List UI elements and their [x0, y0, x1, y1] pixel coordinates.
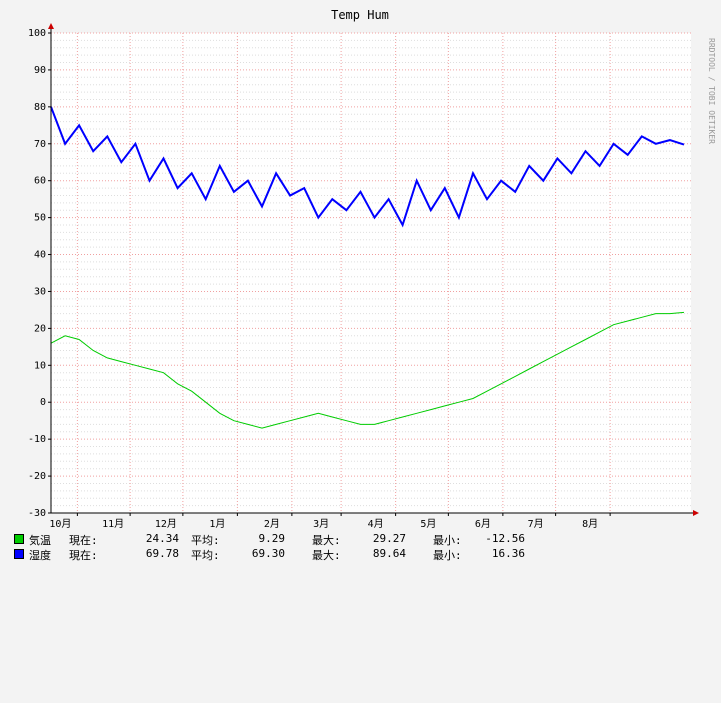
- x-tick-label: 11月: [102, 518, 124, 530]
- legend-row-hum: 湿度 現在: 69.78 平均: 69.30 最大: 89.64 最小: 16.…: [14, 547, 525, 562]
- y-tick-label: 100: [28, 28, 46, 39]
- legend-name-temp: 気温: [29, 534, 51, 547]
- x-tick-label: 6月: [475, 518, 491, 530]
- y-tick-label: 90: [34, 65, 46, 76]
- legend-cur-label-temp: 現在:: [69, 534, 98, 547]
- y-tick-label: -30: [28, 508, 46, 519]
- x-tick-label: 1月: [209, 518, 225, 530]
- legend-row-temp: 気温 現在: 24.34 平均: 9.29 最大: 29.27 最小: -12.…: [14, 532, 525, 547]
- legend-cur-hum: 69.78: [145, 547, 179, 560]
- legend-avg-hum: 69.30: [251, 547, 285, 560]
- x-tick-label: 10月: [49, 518, 71, 530]
- legend-avg-label-temp: 平均:: [191, 534, 220, 547]
- y-tick-label: -20: [28, 471, 46, 482]
- y-tick-label: 60: [34, 176, 46, 187]
- y-tick-label: 0: [40, 397, 46, 408]
- x-tick-label: 7月: [528, 518, 544, 530]
- legend-min-label-hum: 最小:: [433, 549, 462, 562]
- legend: 気温 現在: 24.34 平均: 9.29 最大: 29.27 最小: -12.…: [14, 532, 525, 562]
- y-tick-label: 50: [34, 213, 46, 224]
- chart-svg: 1009080706050403020100-10-20-3010月 11月 12月…: [0, 0, 721, 567]
- x-tick-label: 8月: [582, 518, 598, 530]
- legend-max-hum: 89.64: [372, 547, 406, 560]
- legend-min-hum: 16.36: [491, 547, 525, 560]
- chart-title: Temp Hum: [331, 8, 389, 22]
- legend-avg-temp: 9.29: [258, 532, 286, 545]
- y-tick-label: 70: [34, 139, 46, 150]
- legend-max-label-hum: 最大:: [312, 549, 341, 562]
- legend-cur-temp: 24.34: [145, 532, 179, 545]
- x-tick-label: 12月: [155, 518, 177, 530]
- legend-avg-label-hum: 平均:: [191, 549, 220, 562]
- x-tick-label: 2月: [264, 518, 280, 530]
- y-tick-label: 80: [34, 102, 46, 113]
- y-tick-label: -10: [28, 434, 46, 445]
- legend-name-hum: 湿度: [29, 549, 51, 562]
- legend-cur-label-hum: 現在:: [69, 549, 98, 562]
- legend-min-label-temp: 最小:: [433, 534, 462, 547]
- legend-max-label-temp: 最大:: [312, 534, 341, 547]
- y-tick-label: 40: [34, 250, 46, 261]
- legend-swatch-hum: [14, 549, 24, 559]
- x-tick-label: 5月: [420, 518, 436, 530]
- x-tick-label: 4月: [368, 518, 384, 530]
- chart-canvas: 100 90 80 70 60 50 40 30 20 10 0 -10 -20 -30 10月 11月 12月…: [0, 0, 721, 567]
- y-tick-label: 20: [34, 323, 46, 334]
- y-tick-label: 30: [34, 286, 46, 297]
- y-tick-label: 10: [34, 360, 46, 371]
- legend-swatch-temp: [14, 534, 24, 544]
- x-tick-label: 3月: [313, 518, 329, 530]
- legend-min-temp: -12.56: [485, 532, 525, 545]
- watermark: RRDTOOL / TOBI OETIKER: [707, 38, 716, 144]
- legend-max-temp: 29.27: [372, 532, 406, 545]
